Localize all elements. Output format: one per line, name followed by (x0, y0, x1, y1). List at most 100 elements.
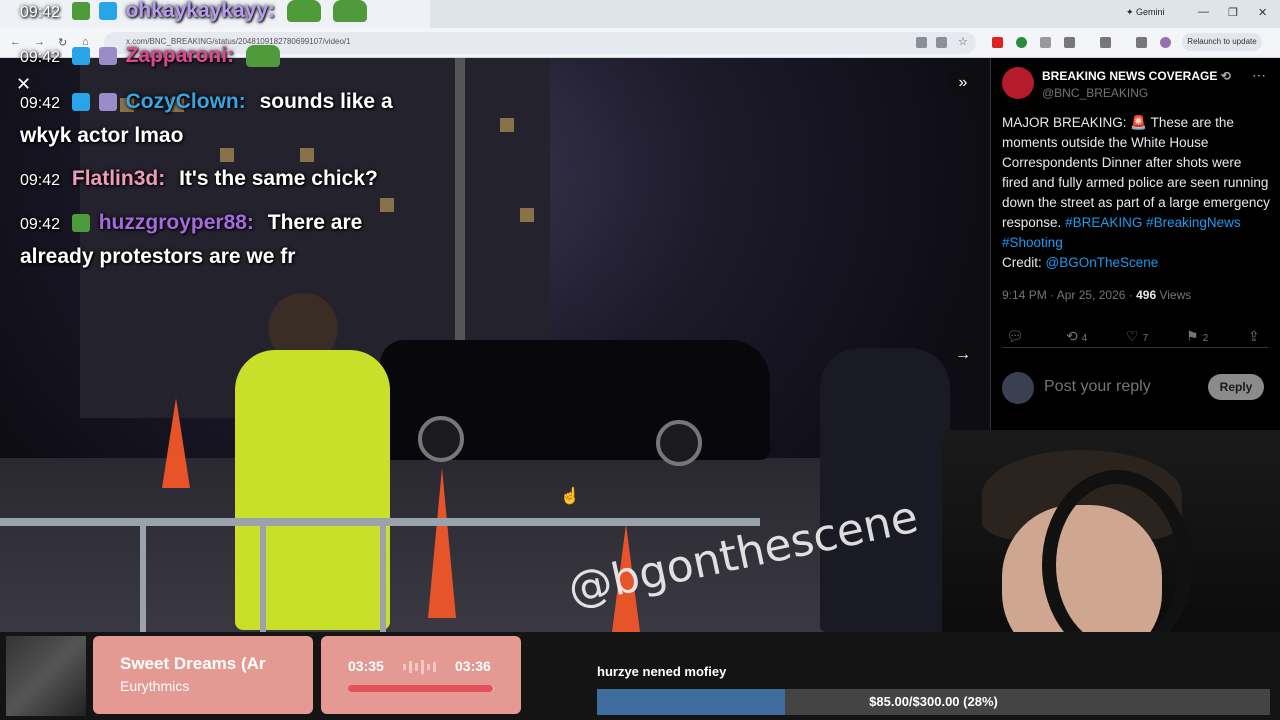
chat-text: There are (267, 211, 363, 234)
barrier-post (380, 518, 386, 632)
extension-green-icon[interactable] (1016, 37, 1027, 48)
barrier-post (260, 518, 266, 632)
more-options-icon[interactable]: ⋯ (1252, 67, 1266, 84)
chat-text: wkyk actor lmao (20, 124, 184, 147)
chat-username[interactable]: CozyClown: (126, 90, 246, 113)
screen: ✦ Gemini — ❐ ✕ ← → ↻ ⌂ x.com/BNC_BREAKIN… (0, 0, 1280, 720)
chat-username[interactable]: ohkaykaykayy: (126, 0, 275, 22)
barrier-post (140, 518, 146, 632)
playback-time-card (321, 636, 521, 714)
building-window (380, 198, 394, 212)
pepe-emote-icon (286, 0, 321, 23)
pepe-emote-icon (332, 0, 367, 23)
hashtag-link[interactable]: #BreakingNews (1146, 215, 1241, 230)
donation-goal-text: $85.00/$300.00 (28%) (869, 694, 998, 709)
equalizer-icon (403, 660, 439, 674)
reply-input[interactable]: Post your reply (1044, 378, 1151, 396)
zoom-icon[interactable] (936, 37, 947, 48)
now-playing-card (93, 636, 313, 714)
extension-gray-icon[interactable] (1040, 37, 1051, 48)
next-media-icon[interactable]: → (948, 340, 978, 370)
chat-badge-icon (71, 47, 90, 66)
chat-message-continuation: already protestors are we fr (20, 245, 295, 269)
media-icon[interactable] (1136, 37, 1147, 48)
reply-user-avatar (1002, 372, 1034, 404)
traffic-cone (162, 398, 190, 488)
building-window (300, 148, 314, 162)
chat-timestamp: 09:42 (20, 172, 61, 189)
current-time: 03:35 (348, 658, 384, 674)
chat-message: 09:42 Flatlin3d: It's the same chick? (20, 167, 378, 191)
chat-message-continuation: wkyk actor lmao (20, 124, 183, 148)
post-text: MAJOR BREAKING: 🚨 These are the moments … (1002, 113, 1270, 273)
chat-timestamp: 09:42 (20, 216, 61, 233)
profile-avatar-icon[interactable] (1160, 37, 1171, 48)
bookmark-button[interactable]: ⚑ 2 (1186, 328, 1208, 345)
bookmark-star-icon[interactable]: ☆ (958, 37, 969, 48)
maximize-icon[interactable]: ❐ (1228, 6, 1238, 19)
window-close-icon[interactable]: ✕ (1258, 6, 1267, 19)
donation-goal-bar: $85.00/$300.00 (28%) (597, 689, 1270, 715)
song-title: Sweet Dreams (Ar (120, 654, 266, 673)
chat-message: 09:42 ohkaykaykayy: (20, 0, 367, 23)
chat-timestamp: 09:42 (20, 95, 61, 112)
playback-progress-fill (348, 685, 493, 692)
reply-button[interactable]: Reply (1208, 374, 1264, 400)
credit-handle-link[interactable]: @BGOnTheScene (1046, 255, 1159, 270)
minimize-icon[interactable]: — (1198, 6, 1209, 18)
account-avatar[interactable] (1002, 67, 1034, 99)
post-meta: 9:14 PM · Apr 25, 2026 · 496 Views (1002, 288, 1192, 302)
suv-wheel (656, 420, 702, 466)
chat-username[interactable]: huzzgroyper88: (99, 211, 254, 234)
donation-goal-label: hurzye nened mofiey (597, 664, 727, 679)
chat-badge-icon (71, 2, 90, 21)
album-art (6, 636, 86, 716)
building-window (500, 118, 514, 132)
pepe-emote-icon (245, 45, 280, 68)
relaunch-button[interactable]: Relaunch to update (1182, 33, 1262, 51)
reply-icon[interactable]: 💬︎ (1006, 328, 1024, 345)
chat-timestamp: 09:42 (20, 4, 61, 21)
account-name[interactable]: BREAKING NEWS COVERAGE ⟲ (1042, 69, 1231, 83)
total-time: 03:36 (455, 658, 491, 674)
gemini-button[interactable]: ✦ Gemini (1126, 7, 1165, 18)
like-button[interactable]: ♡ 7 (1126, 328, 1148, 345)
police-officer (820, 348, 950, 632)
retweet-button[interactable]: ⟲ 4 (1066, 328, 1087, 345)
bookmark-count: 2 (1202, 333, 1209, 344)
building-window (220, 148, 234, 162)
chat-badge-icon (98, 2, 117, 21)
expand-panel-icon[interactable]: » (948, 68, 978, 98)
install-icon[interactable] (916, 37, 927, 48)
post-actions: 💬︎ ⟲ 4 ♡ 7 ⚑ 2 ⇪ (1002, 328, 1268, 348)
tab-search-icon[interactable] (1100, 37, 1111, 48)
account-name-text: BREAKING NEWS COVERAGE (1042, 69, 1218, 83)
chat-text: already protestors are we fr (20, 245, 296, 268)
share-icon[interactable]: ⇪ (1248, 328, 1260, 345)
chat-username[interactable]: Flatlin3d: (72, 167, 165, 190)
chat-message: 09:42 huzzgroyper88: There are (20, 211, 362, 235)
account-handle[interactable]: @BNC_BREAKING (1042, 86, 1148, 100)
credit-label: Credit: (1002, 255, 1042, 270)
chat-timestamp: 09:42 (20, 49, 61, 66)
hashtag-link[interactable]: #Shooting (1002, 235, 1063, 250)
headphones-icon (1042, 470, 1192, 652)
retweet-count: 4 (1081, 333, 1088, 344)
chat-badge-icon (71, 93, 90, 112)
extension-red-icon[interactable] (992, 37, 1003, 48)
chat-badge-icon (71, 214, 90, 233)
chat-text: It's the same chick? (179, 167, 378, 190)
hashtag-link[interactable]: #BREAKING (1065, 215, 1142, 230)
song-artist: Eurythmics (120, 678, 190, 694)
chat-username[interactable]: Zapparoni: (126, 44, 235, 67)
chat-text: sounds like a (259, 90, 393, 113)
extensions-puzzle-icon[interactable] (1064, 37, 1075, 48)
like-count: 7 (1142, 333, 1149, 344)
suv-wheel (418, 416, 464, 462)
building-window (520, 208, 534, 222)
mouse-cursor-icon: ☝ (560, 488, 580, 505)
webcam-feed (942, 430, 1280, 652)
post-timestamp[interactable]: 9:14 PM · Apr 25, 2026 (1002, 288, 1125, 302)
chat-message: 09:42 Zapparoni: (20, 44, 280, 68)
chat-badge-icon (98, 47, 117, 66)
